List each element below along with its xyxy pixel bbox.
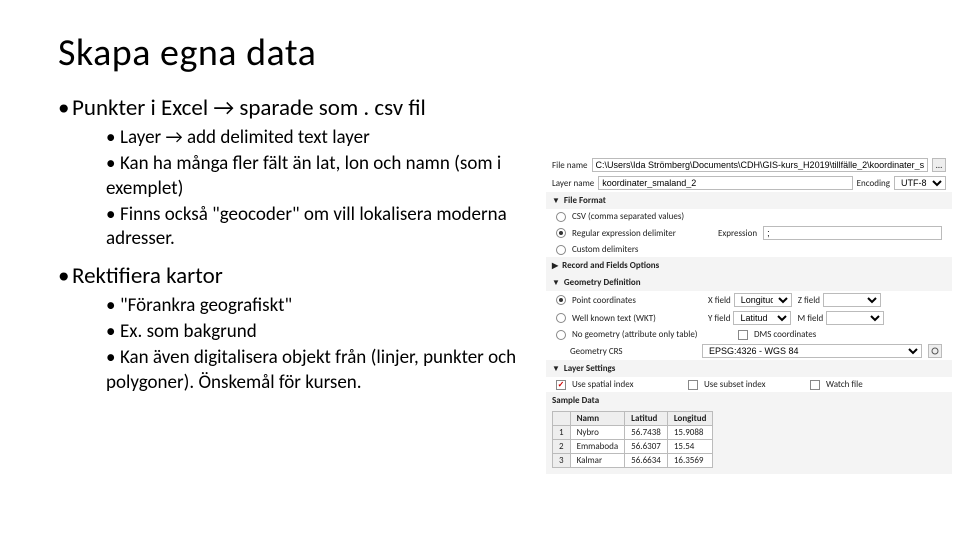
mfield-select[interactable] [826, 311, 884, 325]
section-sample-data: Sample Data [546, 392, 952, 409]
slide-title: Skapa egna data [58, 30, 910, 76]
crs-select[interactable]: EPSG:4326 - WGS 84 [702, 344, 922, 358]
section-sample-data-label: Sample Data [552, 395, 599, 406]
section-record-fields-label: Record and Fields Options [562, 260, 659, 271]
collapse-icon: ▼ [552, 196, 560, 206]
section-geometry-label: Geometry Definition [564, 277, 641, 288]
radio-wkt[interactable] [556, 313, 566, 323]
th-namn: Namn [570, 412, 625, 426]
bullet-2-text: Rektifiera kartor [72, 262, 223, 290]
table-row: 2Emmaboda56.630715.54 [553, 440, 713, 454]
bullet-2c-text: Kan även digitalisera objekt från (linje… [106, 346, 516, 393]
ff-regex-row: Regular expression delimiter Expression [546, 224, 952, 242]
bullet-1a: •Layer → add delimited text layer [106, 126, 910, 150]
bullet-1: •Punkter i Excel → sparade som . csv fil [58, 94, 910, 122]
file-name-input[interactable] [592, 158, 929, 172]
ff-custom-row: Custom delimiters [546, 242, 952, 257]
radio-point-label: Point coordinates [572, 295, 702, 306]
check-spatial-index-label: Use spatial index [572, 379, 682, 390]
layer-name-label: Layer name [552, 178, 594, 189]
section-layer-settings-label: Layer Settings [564, 363, 615, 374]
bullet-1b-text: Kan ha många fler fält än lat, lon och n… [106, 152, 501, 199]
th-lon: Longitud [667, 412, 713, 426]
expand-icon: ▶ [552, 261, 558, 271]
xfield-select[interactable]: Longitud [734, 293, 792, 307]
encoding-label: Encoding [857, 178, 890, 189]
check-dms[interactable] [738, 330, 748, 340]
ff-csv-row: CSV (comma separated values) [546, 209, 952, 224]
bullet-2a-text: "Förankra geografiskt" [120, 294, 292, 317]
radio-custom-label: Custom delimiters [572, 244, 638, 255]
encoding-select[interactable]: UTF-8 [894, 176, 946, 190]
section-record-fields[interactable]: ▶ Record and Fields Options [546, 257, 952, 274]
file-name-row: File name … [546, 156, 952, 174]
layer-name-input[interactable] [598, 176, 852, 190]
th-lat: Latitud [625, 412, 668, 426]
check-spatial-index[interactable] [556, 380, 566, 390]
radio-csv-label: CSV (comma separated values) [572, 211, 684, 222]
expression-label: Expression [718, 228, 757, 239]
bullet-1c-text: Finns också "geocoder" om vill lokaliser… [106, 203, 507, 250]
crs-browse-button[interactable] [928, 344, 942, 358]
radio-wkt-label: Well known text (WKT) [572, 313, 702, 324]
crs-label: Geometry CRS [556, 346, 696, 357]
yfield-label: Y field [708, 313, 730, 324]
radio-none[interactable] [556, 330, 566, 340]
mfield-label: M field [797, 313, 823, 324]
browse-button[interactable]: … [932, 158, 946, 172]
check-watch-file[interactable] [810, 380, 820, 390]
bullet-1c: •Finns också "geocoder" om vill lokalise… [106, 203, 566, 252]
section-file-format-label: File Format [564, 195, 606, 206]
bullet-1a-text: Layer → add delimited text layer [120, 126, 370, 149]
bullet-2b-text: Ex. som bakgrund [120, 320, 257, 343]
radio-regex[interactable] [556, 228, 566, 238]
bullet-1-text: Punkter i Excel → sparade som . csv fil [72, 94, 426, 122]
zfield-label: Z field [798, 295, 820, 306]
gd-point-row: Point coordinates X fieldLongitud Z fiel… [546, 291, 952, 309]
gd-none-row: No geometry (attribute only table) DMS c… [546, 327, 952, 342]
dialog-delimited-text: File name … Layer name Encoding UTF-8 ▼ … [546, 156, 952, 474]
gd-wkt-row: Well known text (WKT) Y fieldLatitud M f… [546, 309, 952, 327]
radio-csv[interactable] [556, 212, 566, 222]
xfield-label: X field [708, 295, 731, 306]
bullet-1b: •Kan ha många fler fält än lat, lon och … [106, 152, 506, 201]
bullet-2c: •Kan även digitalisera objekt från (linj… [106, 346, 526, 395]
expression-input[interactable] [763, 226, 942, 240]
radio-regex-label: Regular expression delimiter [572, 228, 712, 239]
radio-none-label: No geometry (attribute only table) [572, 329, 732, 340]
table-row: 1Nybro56.743815.9088 [553, 426, 713, 440]
radio-custom[interactable] [556, 245, 566, 255]
layer-name-row: Layer name Encoding UTF-8 [546, 174, 952, 192]
collapse-icon: ▼ [552, 364, 560, 374]
zfield-select[interactable] [823, 293, 881, 307]
layer-settings-row: Use spatial index Use subset index Watch… [546, 377, 952, 392]
table-header-row: Namn Latitud Longitud [553, 412, 713, 426]
check-watch-file-label: Watch file [826, 379, 863, 390]
file-name-label: File name [552, 160, 588, 171]
section-layer-settings[interactable]: ▼ Layer Settings [546, 360, 952, 377]
check-subset-index[interactable] [688, 380, 698, 390]
section-file-format[interactable]: ▼ File Format [546, 192, 952, 209]
collapse-icon: ▼ [552, 278, 560, 288]
radio-point[interactable] [556, 295, 566, 305]
yfield-select[interactable]: Latitud [733, 311, 791, 325]
crs-row: Geometry CRS EPSG:4326 - WGS 84 [546, 342, 952, 360]
check-dms-label: DMS coordinates [754, 329, 816, 340]
section-geometry[interactable]: ▼ Geometry Definition [546, 274, 952, 291]
table-row: 3Kalmar56.663416.3569 [553, 454, 713, 468]
check-subset-index-label: Use subset index [704, 379, 804, 390]
sample-data-table: Namn Latitud Longitud 1Nybro56.743815.90… [552, 411, 713, 468]
